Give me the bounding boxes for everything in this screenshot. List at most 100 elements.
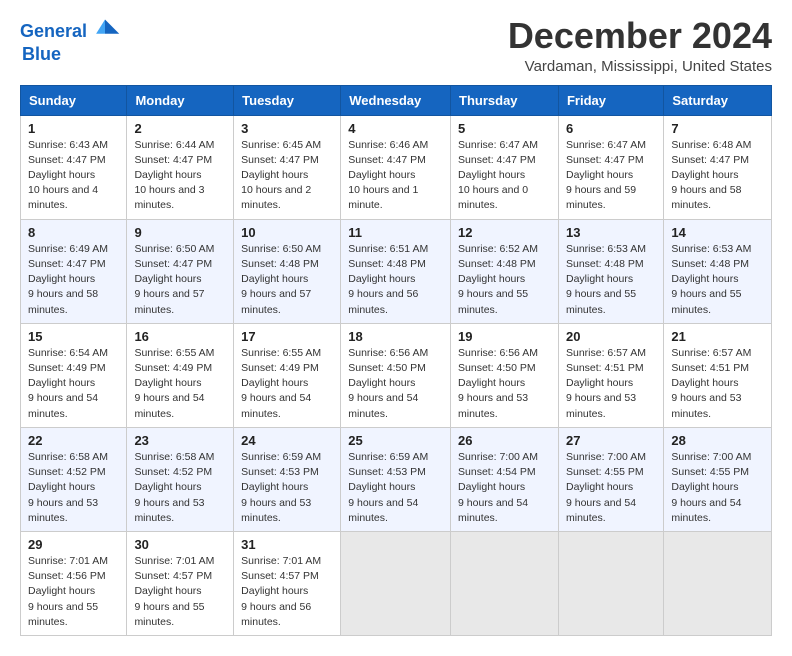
daylight-label: Daylight hours xyxy=(671,481,738,493)
sunrise-label: Sunrise: 7:00 AM xyxy=(671,451,751,463)
sunrise-label: Sunrise: 6:58 AM xyxy=(134,451,214,463)
sunrise-label: Sunrise: 6:55 AM xyxy=(241,347,321,359)
calendar-cell: 26 Sunrise: 7:00 AM Sunset: 4:54 PM Dayl… xyxy=(451,427,559,531)
daylight-value: 9 hours and 56 minutes. xyxy=(348,288,418,315)
calendar-cell: 14 Sunrise: 6:53 AM Sunset: 4:48 PM Dayl… xyxy=(664,219,772,323)
daylight-label: Daylight hours xyxy=(671,169,738,181)
sunrise-label: Sunrise: 6:50 AM xyxy=(134,243,214,255)
sunset-label: Sunset: 4:49 PM xyxy=(134,362,212,374)
calendar-cell: 21 Sunrise: 6:57 AM Sunset: 4:51 PM Dayl… xyxy=(664,323,772,427)
calendar-cell: 18 Sunrise: 6:56 AM Sunset: 4:50 PM Dayl… xyxy=(341,323,451,427)
daylight-value: 9 hours and 53 minutes. xyxy=(241,497,311,524)
sunrise-label: Sunrise: 6:48 AM xyxy=(671,139,751,151)
day-number: 30 xyxy=(134,537,226,552)
title-block: December 2024 Vardaman, Mississippi, Uni… xyxy=(508,16,772,75)
day-number: 20 xyxy=(566,329,656,344)
daylight-value: 10 hours and 4 minutes. xyxy=(28,184,98,211)
day-info: Sunrise: 6:57 AM Sunset: 4:51 PM Dayligh… xyxy=(671,346,764,422)
sunset-label: Sunset: 4:47 PM xyxy=(241,154,319,166)
daylight-label: Daylight hours xyxy=(458,481,525,493)
daylight-label: Daylight hours xyxy=(566,273,633,285)
day-number: 4 xyxy=(348,121,443,136)
sunset-label: Sunset: 4:55 PM xyxy=(671,466,749,478)
sunset-label: Sunset: 4:47 PM xyxy=(348,154,426,166)
header-saturday: Saturday xyxy=(664,85,772,115)
daylight-label: Daylight hours xyxy=(348,377,415,389)
calendar-cell: 31 Sunrise: 7:01 AM Sunset: 4:57 PM Dayl… xyxy=(234,531,341,635)
daylight-value: 9 hours and 53 minutes. xyxy=(671,392,741,419)
location-title: Vardaman, Mississippi, United States xyxy=(508,58,772,75)
day-info: Sunrise: 6:50 AM Sunset: 4:47 PM Dayligh… xyxy=(134,242,226,318)
sunrise-label: Sunrise: 6:59 AM xyxy=(241,451,321,463)
sunset-label: Sunset: 4:48 PM xyxy=(348,258,426,270)
sunrise-label: Sunrise: 6:57 AM xyxy=(671,347,751,359)
daylight-value: 9 hours and 54 minutes. xyxy=(134,392,204,419)
day-info: Sunrise: 7:00 AM Sunset: 4:55 PM Dayligh… xyxy=(671,450,764,526)
day-number: 1 xyxy=(28,121,119,136)
header-thursday: Thursday xyxy=(451,85,559,115)
daylight-value: 9 hours and 58 minutes. xyxy=(28,288,98,315)
day-number: 2 xyxy=(134,121,226,136)
calendar-cell: 13 Sunrise: 6:53 AM Sunset: 4:48 PM Dayl… xyxy=(558,219,663,323)
header-tuesday: Tuesday xyxy=(234,85,341,115)
daylight-value: 9 hours and 55 minutes. xyxy=(458,288,528,315)
logo-general: General xyxy=(20,21,87,41)
daylight-label: Daylight hours xyxy=(134,481,201,493)
header-monday: Monday xyxy=(127,85,234,115)
calendar-cell: 24 Sunrise: 6:59 AM Sunset: 4:53 PM Dayl… xyxy=(234,427,341,531)
daylight-label: Daylight hours xyxy=(458,169,525,181)
daylight-value: 9 hours and 54 minutes. xyxy=(671,497,741,524)
day-info: Sunrise: 7:01 AM Sunset: 4:57 PM Dayligh… xyxy=(134,554,226,630)
calendar-cell: 11 Sunrise: 6:51 AM Sunset: 4:48 PM Dayl… xyxy=(341,219,451,323)
daylight-label: Daylight hours xyxy=(458,273,525,285)
daylight-label: Daylight hours xyxy=(241,585,308,597)
daylight-label: Daylight hours xyxy=(348,273,415,285)
sunset-label: Sunset: 4:47 PM xyxy=(28,154,106,166)
day-info: Sunrise: 6:52 AM Sunset: 4:48 PM Dayligh… xyxy=(458,242,551,318)
calendar-cell: 25 Sunrise: 6:59 AM Sunset: 4:53 PM Dayl… xyxy=(341,427,451,531)
calendar-week-2: 8 Sunrise: 6:49 AM Sunset: 4:47 PM Dayli… xyxy=(21,219,772,323)
day-number: 8 xyxy=(28,225,119,240)
day-info: Sunrise: 6:48 AM Sunset: 4:47 PM Dayligh… xyxy=(671,138,764,214)
daylight-value: 9 hours and 55 minutes. xyxy=(134,601,204,628)
daylight-value: 9 hours and 55 minutes. xyxy=(28,601,98,628)
sunrise-label: Sunrise: 6:47 AM xyxy=(566,139,646,151)
day-number: 15 xyxy=(28,329,119,344)
daylight-value: 9 hours and 58 minutes. xyxy=(671,184,741,211)
day-info: Sunrise: 6:50 AM Sunset: 4:48 PM Dayligh… xyxy=(241,242,333,318)
calendar-cell: 9 Sunrise: 6:50 AM Sunset: 4:47 PM Dayli… xyxy=(127,219,234,323)
calendar-cell xyxy=(451,531,559,635)
logo-icon xyxy=(89,16,121,48)
daylight-value: 9 hours and 57 minutes. xyxy=(241,288,311,315)
sunset-label: Sunset: 4:47 PM xyxy=(28,258,106,270)
calendar-cell: 30 Sunrise: 7:01 AM Sunset: 4:57 PM Dayl… xyxy=(127,531,234,635)
sunset-label: Sunset: 4:57 PM xyxy=(134,570,212,582)
sunrise-label: Sunrise: 6:52 AM xyxy=(458,243,538,255)
day-info: Sunrise: 6:56 AM Sunset: 4:50 PM Dayligh… xyxy=(348,346,443,422)
daylight-label: Daylight hours xyxy=(28,273,95,285)
day-number: 9 xyxy=(134,225,226,240)
sunrise-label: Sunrise: 6:45 AM xyxy=(241,139,321,151)
daylight-label: Daylight hours xyxy=(134,169,201,181)
day-info: Sunrise: 6:45 AM Sunset: 4:47 PM Dayligh… xyxy=(241,138,333,214)
sunrise-label: Sunrise: 7:00 AM xyxy=(566,451,646,463)
day-info: Sunrise: 6:59 AM Sunset: 4:53 PM Dayligh… xyxy=(241,450,333,526)
sunset-label: Sunset: 4:47 PM xyxy=(458,154,536,166)
sunrise-label: Sunrise: 6:57 AM xyxy=(566,347,646,359)
sunrise-label: Sunrise: 7:00 AM xyxy=(458,451,538,463)
daylight-value: 9 hours and 53 minutes. xyxy=(28,497,98,524)
month-title: December 2024 xyxy=(508,16,772,56)
calendar-week-1: 1 Sunrise: 6:43 AM Sunset: 4:47 PM Dayli… xyxy=(21,115,772,219)
calendar-week-4: 22 Sunrise: 6:58 AM Sunset: 4:52 PM Dayl… xyxy=(21,427,772,531)
calendar-cell: 16 Sunrise: 6:55 AM Sunset: 4:49 PM Dayl… xyxy=(127,323,234,427)
day-info: Sunrise: 7:00 AM Sunset: 4:54 PM Dayligh… xyxy=(458,450,551,526)
calendar-cell: 17 Sunrise: 6:55 AM Sunset: 4:49 PM Dayl… xyxy=(234,323,341,427)
calendar-cell: 29 Sunrise: 7:01 AM Sunset: 4:56 PM Dayl… xyxy=(21,531,127,635)
sunset-label: Sunset: 4:51 PM xyxy=(566,362,644,374)
daylight-label: Daylight hours xyxy=(28,377,95,389)
day-info: Sunrise: 6:57 AM Sunset: 4:51 PM Dayligh… xyxy=(566,346,656,422)
sunset-label: Sunset: 4:57 PM xyxy=(241,570,319,582)
calendar-header-row: SundayMondayTuesdayWednesdayThursdayFrid… xyxy=(21,85,772,115)
calendar-week-5: 29 Sunrise: 7:01 AM Sunset: 4:56 PM Dayl… xyxy=(21,531,772,635)
daylight-label: Daylight hours xyxy=(458,377,525,389)
